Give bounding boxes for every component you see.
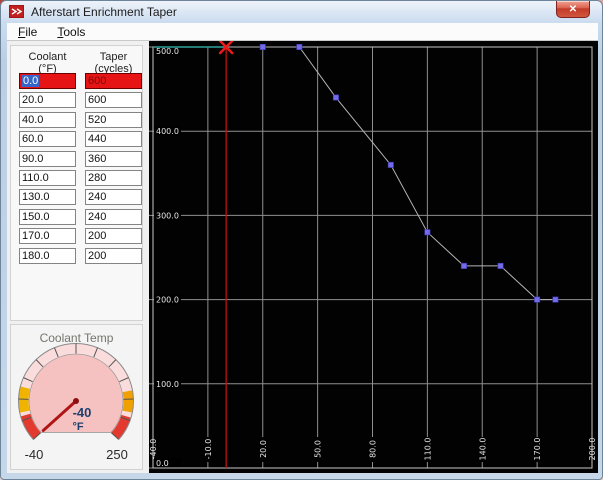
data-point-marker-8[interactable]: [534, 296, 541, 303]
taper-cell-0[interactable]: 600: [85, 73, 142, 89]
curve-chart-area[interactable]: -40.0 -10.0 20.0 50.0 80.0 110.0 140.0 170.0 200…: [149, 41, 598, 473]
gauge-min-label: -40: [25, 447, 44, 462]
menu-file[interactable]: File: [9, 23, 46, 41]
coolant-gauge-panel: Coolant Temp -40 °F -40 250: [10, 324, 143, 470]
taper-cell-6[interactable]: 240: [85, 189, 142, 206]
gauge-zone-2: [122, 390, 134, 413]
data-point-marker-6[interactable]: [460, 262, 467, 269]
taper-cell-1[interactable]: 600: [85, 92, 142, 109]
data-point-marker-9[interactable]: [552, 296, 559, 303]
gauge-title: Coolant Temp: [39, 331, 114, 345]
coolant-cell-4[interactable]: 90.0: [19, 150, 76, 167]
data-point-marker-1[interactable]: [259, 43, 266, 51]
taper-cell-3[interactable]: 440: [85, 131, 142, 148]
coolant-cell-8[interactable]: 170.0: [19, 228, 76, 245]
data-point-marker-3[interactable]: [332, 94, 339, 101]
coolant-cell-6[interactable]: 130.0: [19, 189, 76, 206]
title-bar[interactable]: Afterstart Enrichment Taper ✕: [1, 1, 602, 23]
x-tick-label: 170.0: [533, 438, 542, 461]
coolant-cell-3[interactable]: 60.0: [19, 131, 76, 148]
window-title: Afterstart Enrichment Taper: [31, 5, 177, 19]
taper-cell-5[interactable]: 280: [85, 170, 142, 186]
y-tick-label: 400.0: [156, 127, 179, 136]
x-tick-label: 20.0: [259, 440, 268, 458]
x-tick-label: -10.0: [204, 439, 213, 460]
data-point-marker-2[interactable]: [296, 43, 303, 51]
left-panel: Coolant (°F) Taper (cycles) 0.0 600 20.0 60…: [7, 41, 149, 473]
curve-chart[interactable]: -40.0 -10.0 20.0 50.0 80.0 110.0 140.0 170.0 200…: [149, 41, 598, 473]
column-header-coolant: Coolant: [28, 51, 67, 63]
x-tick-label: 140.0: [478, 438, 487, 461]
coolant-cell-9[interactable]: 180.0: [19, 247, 76, 264]
data-point-marker-4[interactable]: [387, 161, 394, 168]
close-button[interactable]: ✕: [556, 1, 590, 18]
x-tick-label: 80.0: [369, 440, 378, 458]
y-tick-label: 300.0: [156, 211, 179, 220]
coolant-cell-2[interactable]: 40.0: [19, 111, 76, 128]
gauge-value: -40: [73, 405, 92, 420]
taper-cell-8[interactable]: 200: [85, 228, 142, 245]
y-tick-label: 0.0: [156, 459, 169, 468]
app-window: Afterstart Enrichment Taper ✕ File Tools …: [0, 0, 603, 480]
app-icon: [9, 5, 24, 18]
y-tick-label: 100.0: [156, 380, 179, 389]
curve-table: Coolant (°F) Taper (cycles) 0.0 600 20.0 60…: [10, 45, 143, 321]
y-tick-label: 500.0: [156, 47, 179, 56]
x-tick-label: 110.0: [423, 438, 432, 461]
data-point-marker-5[interactable]: [424, 229, 431, 236]
coolant-cell-7[interactable]: 150.0: [19, 208, 76, 225]
window-content: Coolant (°F) Taper (cycles) 0.0 600 20.0 60…: [7, 41, 598, 473]
data-line: [226, 46, 556, 301]
menu-tools[interactable]: Tools: [48, 23, 94, 41]
column-header-taper: Taper: [99, 51, 128, 63]
coolant-cell-1[interactable]: 20.0: [19, 92, 76, 109]
gauge-max-label: 250: [106, 447, 128, 462]
x-tick-label: 50.0: [314, 440, 323, 458]
gauge-unit: °F: [72, 421, 83, 433]
taper-cell-4[interactable]: 360: [85, 150, 142, 167]
y-tick-label: 200.0: [156, 296, 179, 305]
taper-cell-9[interactable]: 200: [85, 247, 142, 264]
taper-cell-2[interactable]: 520: [85, 111, 142, 128]
coolant-gauge: -40°F-40 250: [18, 343, 134, 462]
taper-cell-7[interactable]: 240: [85, 208, 142, 225]
close-icon: ✕: [568, 3, 578, 15]
menu-bar: File Tools: [7, 23, 598, 41]
coolant-cell-0[interactable]: 0.0: [19, 73, 76, 89]
gauge-needle-hub: [73, 398, 79, 404]
data-point-marker-7[interactable]: [497, 262, 504, 269]
coolant-cell-5[interactable]: 110.0: [19, 170, 76, 186]
